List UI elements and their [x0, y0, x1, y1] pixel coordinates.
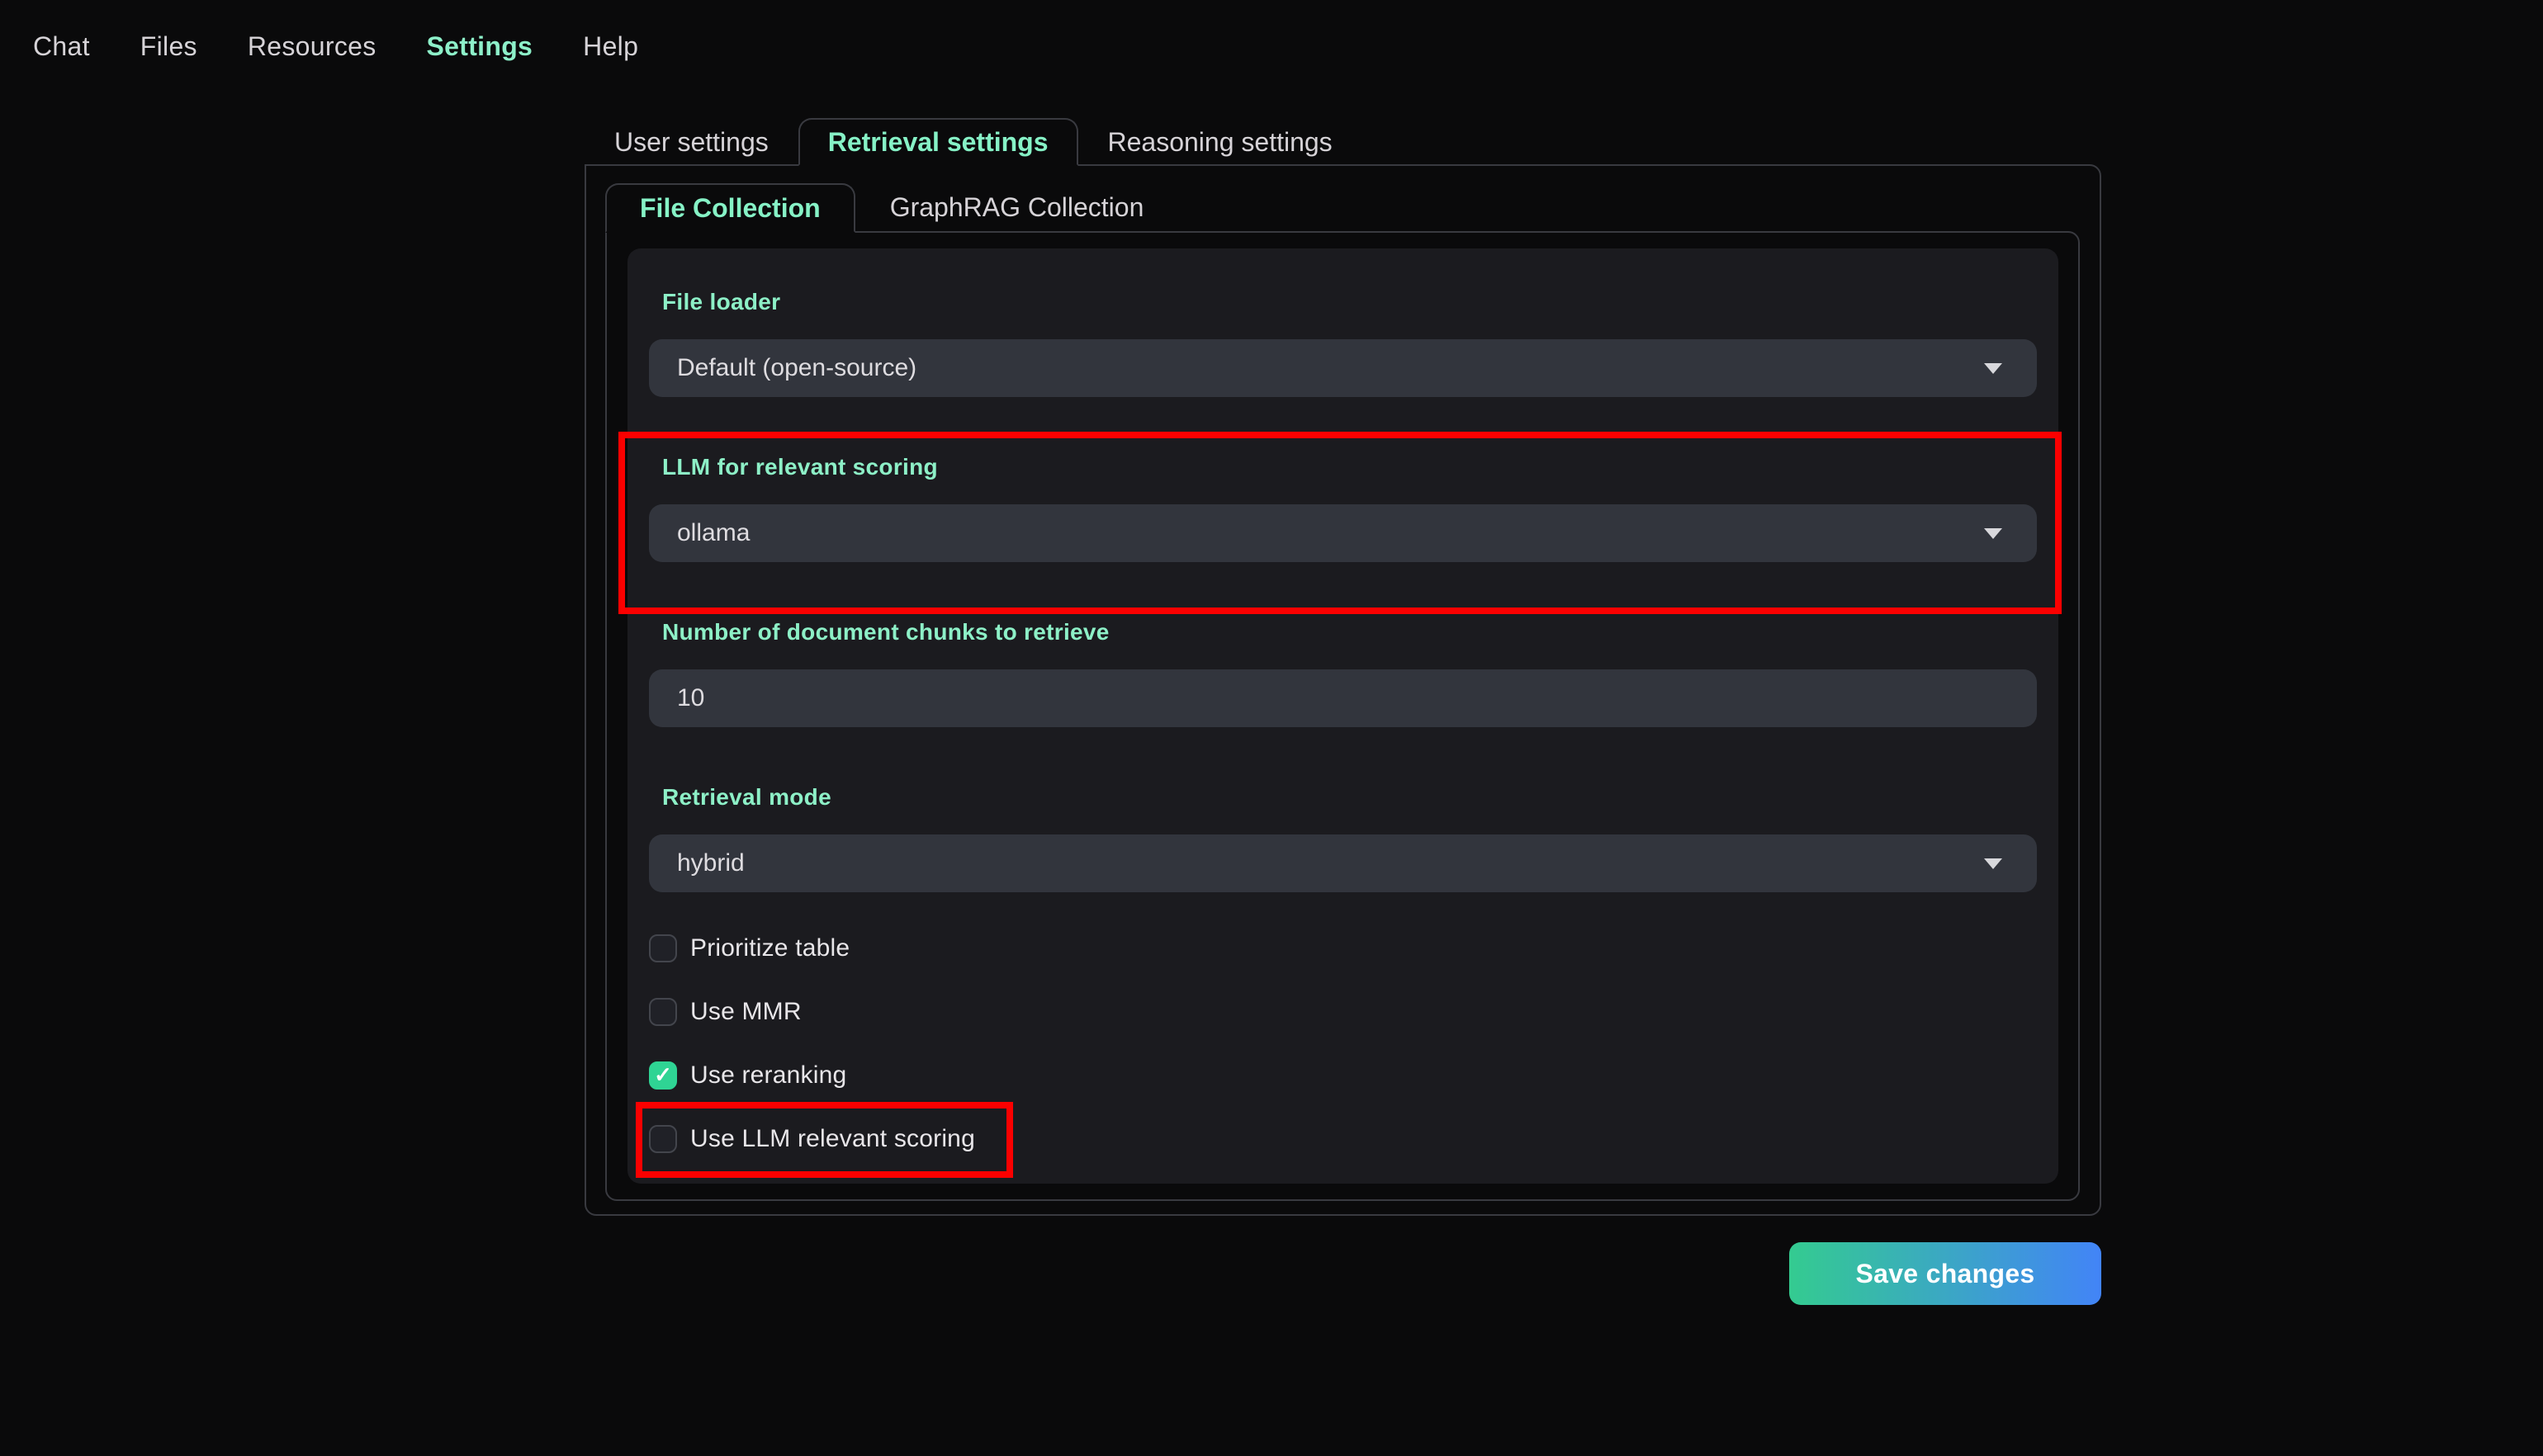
num-chunks-input[interactable]: 10: [649, 669, 2037, 727]
retrieval-mode-select[interactable]: hybrid: [649, 834, 2037, 892]
file-collection-panel: File loader Default (open-source) LLM fo…: [605, 231, 2080, 1201]
llm-relevant-scoring-value: ollama: [677, 519, 751, 546]
tab-user-settings[interactable]: User settings: [585, 118, 798, 164]
collection-tab-bar: File Collection GraphRAG Collection: [605, 182, 2080, 233]
nav-item-resources[interactable]: Resources: [248, 31, 376, 62]
file-loader-select[interactable]: Default (open-source): [649, 339, 2037, 397]
use-reranking-label: Use reranking: [690, 1061, 847, 1089]
file-collection-form-card: File loader Default (open-source) LLM fo…: [618, 248, 2062, 1184]
check-icon: ✓: [654, 1062, 672, 1087]
use-llm-relevant-scoring-checkbox[interactable]: [649, 1125, 677, 1153]
prioritize-table-label: Prioritize table: [690, 934, 850, 962]
chevron-down-icon: [1984, 527, 2002, 539]
field-file-loader: File loader Default (open-source): [649, 288, 2037, 397]
check-row-use-llm-relevant-scoring: Use LLM relevant scoring: [636, 1102, 1013, 1178]
field-retrieval-mode: Retrieval mode hybrid: [649, 783, 2037, 892]
nav-item-chat[interactable]: Chat: [33, 31, 90, 62]
llm-relevant-scoring-select[interactable]: ollama: [649, 504, 2037, 562]
nav-item-settings[interactable]: Settings: [427, 31, 533, 62]
field-llm-relevant-scoring: LLM for relevant scoring ollama: [618, 432, 2062, 614]
top-nav: Chat Files Resources Settings Help: [0, 0, 2543, 63]
nav-item-help[interactable]: Help: [583, 31, 638, 62]
chevron-down-icon: [1984, 858, 2002, 869]
tab-file-collection[interactable]: File Collection: [605, 183, 855, 233]
use-reranking-checkbox[interactable]: ✓: [649, 1061, 677, 1090]
tab-retrieval-settings[interactable]: Retrieval settings: [798, 118, 1078, 166]
chevron-down-icon: [1984, 362, 2002, 374]
retrieval-settings-panel: File Collection GraphRAG Collection File…: [585, 164, 2101, 1216]
use-mmr-checkbox[interactable]: [649, 998, 677, 1026]
file-loader-value: Default (open-source): [677, 354, 917, 381]
tab-graphrag-collection[interactable]: GraphRAG Collection: [855, 182, 1179, 231]
check-row-use-mmr: Use MMR: [649, 995, 2037, 1028]
retrieval-options: Prioritize table Use MMR ✓ Use reranking: [636, 932, 2037, 1178]
tab-reasoning-settings[interactable]: Reasoning settings: [1078, 118, 1362, 164]
nav-item-files[interactable]: Files: [140, 31, 197, 62]
save-row: Save changes: [585, 1242, 2101, 1305]
num-chunks-value: 10: [677, 684, 705, 711]
llm-relevant-scoring-label: LLM for relevant scoring: [662, 454, 938, 480]
settings-content: User settings Retrieval settings Reasoni…: [585, 118, 2101, 1305]
field-num-chunks: Number of document chunks to retrieve 10: [649, 618, 2037, 727]
settings-tab-bar: User settings Retrieval settings Reasoni…: [585, 118, 2101, 166]
num-chunks-label: Number of document chunks to retrieve: [662, 619, 1110, 645]
use-llm-relevant-scoring-label: Use LLM relevant scoring: [690, 1125, 975, 1152]
file-loader-label: File loader: [662, 289, 781, 314]
prioritize-table-checkbox[interactable]: [649, 934, 677, 962]
use-mmr-label: Use MMR: [690, 998, 802, 1025]
check-row-prioritize-table: Prioritize table: [649, 932, 2037, 965]
retrieval-mode-label: Retrieval mode: [662, 784, 831, 810]
check-row-use-reranking: ✓ Use reranking: [649, 1059, 2037, 1092]
retrieval-mode-value: hybrid: [677, 849, 745, 877]
save-changes-button[interactable]: Save changes: [1789, 1242, 2101, 1305]
